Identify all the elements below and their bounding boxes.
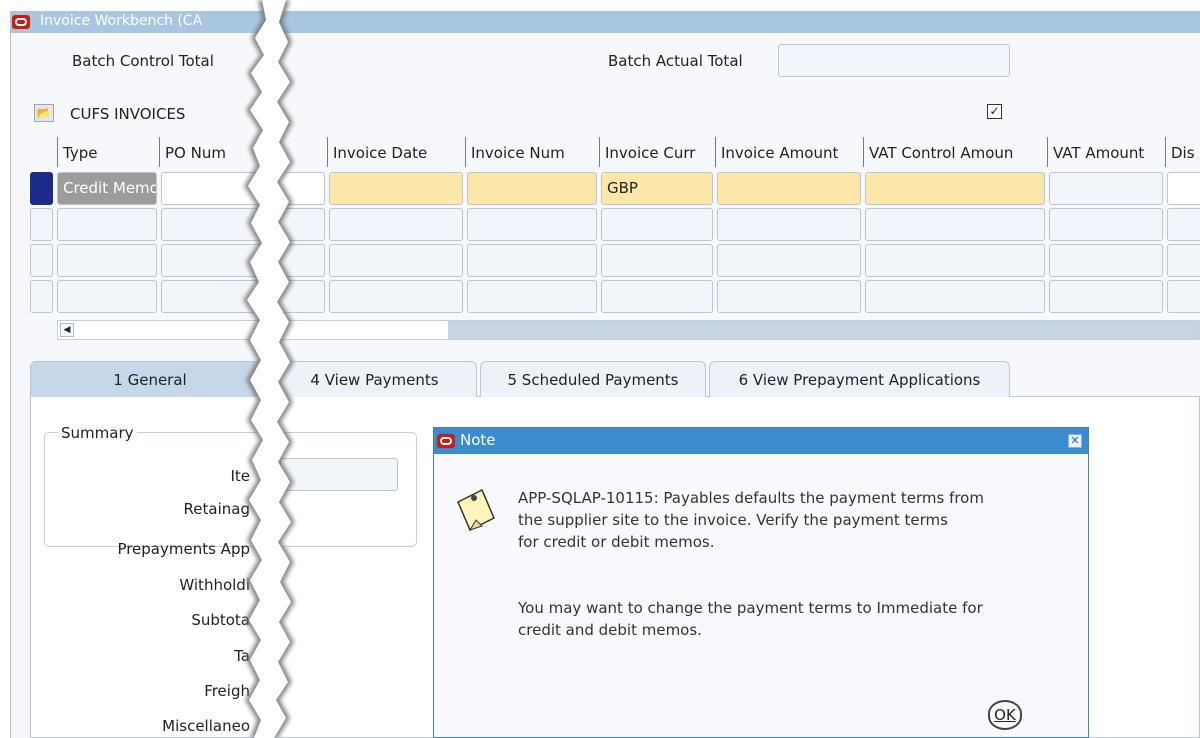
column-header-po-num[interactable]: PO Num: [159, 137, 327, 167]
summary-label-miscellaneous: Miscellaneo: [162, 717, 250, 735]
discount-cell[interactable]: [1167, 172, 1200, 205]
table-cell[interactable]: [717, 208, 861, 241]
table-cell[interactable]: [865, 280, 1045, 313]
tab-view-payments[interactable]: 4 View Payments: [272, 361, 477, 397]
table-cell[interactable]: [329, 208, 463, 241]
table-cell[interactable]: [717, 244, 861, 277]
column-header-type[interactable]: Type: [57, 137, 159, 167]
tab-scheduled-payments[interactable]: 5 Scheduled Payments: [480, 361, 706, 397]
column-header-invoice-curr[interactable]: Invoice Curr: [599, 137, 715, 167]
note-dialog: Note ✕ APP-SQLAP-10115: Payables default…: [433, 427, 1089, 738]
table-cell[interactable]: [1049, 280, 1163, 313]
table-cell[interactable]: [467, 244, 597, 277]
table-cell[interactable]: [1167, 280, 1200, 313]
oracle-logo-icon: [12, 15, 30, 29]
items-total-field[interactable]: [280, 458, 398, 491]
dialog-title: Note: [460, 431, 496, 449]
folder-icon[interactable]: 📂: [34, 104, 54, 122]
oracle-logo-icon: [437, 434, 455, 448]
table-cell[interactable]: [865, 244, 1045, 277]
table-cell[interactable]: [57, 280, 157, 313]
table-cell[interactable]: [467, 280, 597, 313]
column-header-invoice-date[interactable]: Invoice Date: [327, 137, 465, 167]
invoice-amount-cell[interactable]: [717, 172, 861, 205]
summary-label-prepayments-applied: Prepayments App: [117, 540, 250, 558]
table-cell[interactable]: [1049, 244, 1163, 277]
scrollbar-thumb[interactable]: [448, 321, 1199, 339]
column-header-invoice-amount[interactable]: Invoice Amount: [715, 137, 863, 167]
dialog-title-bar[interactable]: Note ✕: [434, 428, 1088, 454]
block-checkbox[interactable]: ✓: [987, 104, 1002, 119]
batch-actual-total-label: Batch Actual Total: [608, 52, 743, 70]
row-selector[interactable]: [30, 244, 53, 277]
invoice-date-cell[interactable]: [329, 172, 463, 205]
summary-legend: Summary: [58, 424, 137, 442]
column-header-vat-control-amount[interactable]: VAT Control Amoun: [863, 137, 1047, 167]
dialog-message-line-1: APP-SQLAP-10115: Payables defaults the p…: [518, 489, 984, 507]
batch-actual-total-field[interactable]: [778, 44, 1010, 77]
summary-label-withholding: Withholdi: [179, 576, 250, 594]
summary-label-freight: Freigh: [204, 682, 250, 700]
table-cell[interactable]: [1167, 208, 1200, 241]
table-cell[interactable]: [161, 280, 325, 313]
tab-divider: [1010, 396, 1200, 397]
invoice-num-cell[interactable]: [467, 172, 597, 205]
vat-amount-cell[interactable]: [1049, 172, 1163, 205]
column-header-discount[interactable]: Dis: [1165, 137, 1200, 167]
tab-general[interactable]: 1 General: [30, 361, 270, 397]
table-cell[interactable]: [601, 208, 713, 241]
table-cell[interactable]: [467, 208, 597, 241]
column-header-vat-amount[interactable]: VAT Amount: [1047, 137, 1165, 167]
note-icon: [457, 488, 495, 532]
row-selector[interactable]: [30, 208, 53, 241]
table-cell[interactable]: [161, 208, 325, 241]
table-cell[interactable]: [865, 208, 1045, 241]
invoice-workbench-window: Invoice Workbench (CA Batch Control Tota…: [0, 0, 1200, 738]
table-cell[interactable]: [329, 244, 463, 277]
window-title-bar: Invoice Workbench (CA: [10, 11, 1200, 33]
type-cell[interactable]: Credit Memo: [57, 172, 157, 205]
summary-label-retainage: Retainag: [183, 500, 250, 518]
column-header-invoice-num[interactable]: Invoice Num: [465, 137, 599, 167]
close-icon[interactable]: ✕: [1068, 434, 1082, 448]
table-cell[interactable]: [1167, 244, 1200, 277]
po-num-cell[interactable]: [161, 172, 325, 205]
invoice-curr-cell[interactable]: GBP: [601, 172, 713, 205]
row-selector[interactable]: [30, 280, 53, 313]
dialog-message-line-2: the supplier site to the invoice. Verify…: [518, 511, 948, 529]
summary-label-items: Ite: [230, 467, 250, 485]
batch-control-total-label: Batch Control Total: [72, 52, 214, 70]
summary-label-subtotal: Subtota: [191, 611, 250, 629]
ok-button[interactable]: OK: [988, 700, 1022, 730]
horizontal-scrollbar[interactable]: ◀: [57, 320, 1200, 340]
table-cell[interactable]: [329, 280, 463, 313]
tab-view-prepayment-applications[interactable]: 6 View Prepayment Applications: [709, 361, 1010, 397]
row-selector-active[interactable]: [30, 172, 53, 205]
window-title: Invoice Workbench (CA: [40, 13, 203, 29]
dialog-message-line-3: for credit or debit memos.: [518, 533, 715, 551]
table-cell[interactable]: [1049, 208, 1163, 241]
block-title: CUFS INVOICES: [70, 105, 186, 123]
table-cell[interactable]: [57, 208, 157, 241]
summary-label-tax: Ta: [234, 647, 250, 665]
dialog-message-line-5: credit and debit memos.: [518, 621, 702, 639]
table-cell[interactable]: [601, 280, 713, 313]
table-cell[interactable]: [717, 280, 861, 313]
vat-control-amount-cell[interactable]: [865, 172, 1045, 205]
table-cell[interactable]: [57, 244, 157, 277]
table-cell[interactable]: [161, 244, 325, 277]
scroll-left-arrow-icon[interactable]: ◀: [60, 323, 74, 337]
table-cell[interactable]: [601, 244, 713, 277]
dialog-message-line-4: You may want to change the payment terms…: [518, 599, 983, 617]
